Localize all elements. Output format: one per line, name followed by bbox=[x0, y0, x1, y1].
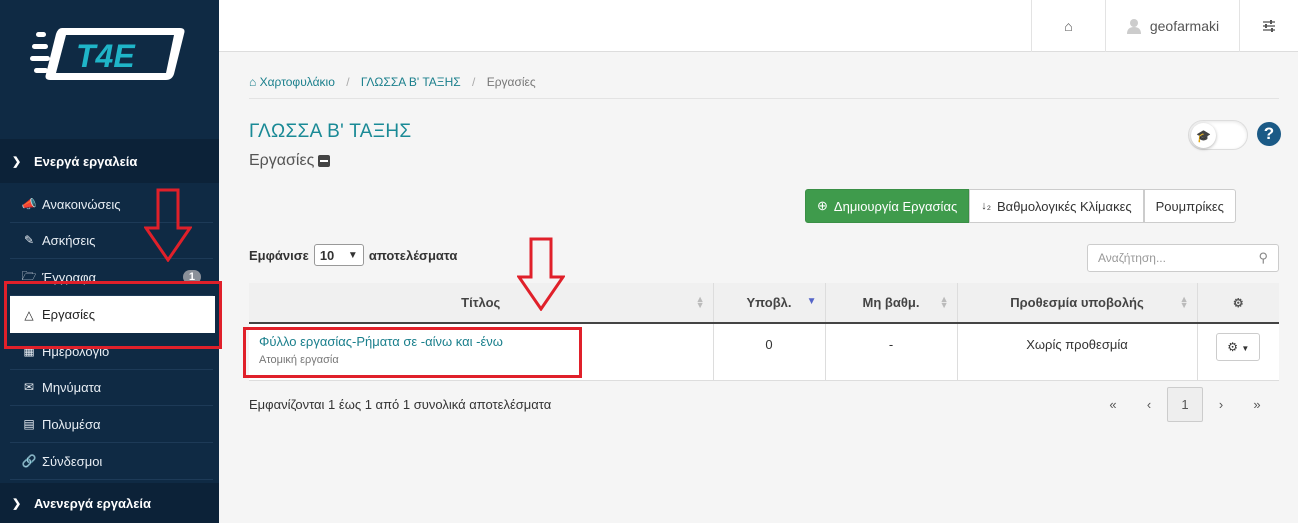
page-length-control: Εμφάνισε 10 ▼ αποτελέσματα bbox=[249, 244, 457, 266]
course-title[interactable]: ΓΛΩΣΣΑ Β' ΤΑΞΗΣ bbox=[249, 121, 411, 143]
sidebar-item-label: Πολυμέσα bbox=[42, 416, 101, 432]
caret-down-icon: ▼ bbox=[1241, 344, 1250, 353]
sort-icon: ▲ ▼ bbox=[1179, 294, 1189, 310]
column-submissions-label: Υποβλ. bbox=[746, 295, 792, 310]
show-suffix: αποτελέσματα bbox=[368, 247, 458, 263]
prev-page-button[interactable]: ‹ bbox=[1131, 387, 1167, 422]
column-header-title[interactable]: Τίτλος ▲ ▼ bbox=[249, 283, 714, 324]
sidebar-item-label: Ανακοινώσεις bbox=[42, 196, 121, 212]
submissions-cell: 0 bbox=[713, 323, 826, 381]
actions-cell: ⚙ ▼ bbox=[1197, 323, 1279, 381]
home-button[interactable]: ⌂ bbox=[1031, 0, 1105, 52]
ungraded-cell: - bbox=[825, 323, 958, 381]
link-icon: 🔗 bbox=[21, 454, 37, 468]
graduation-cap-icon: 🎓 bbox=[1191, 123, 1216, 148]
student-view-toggle[interactable]: 🎓 bbox=[1188, 120, 1248, 150]
page-1-button[interactable]: 1 bbox=[1167, 387, 1203, 422]
page-subtitle-label: Εργασίες bbox=[249, 152, 315, 169]
home-icon: ⌂ bbox=[249, 75, 260, 89]
rubrics-button[interactable]: Ρουμπρίκες bbox=[1143, 189, 1236, 223]
page-size-value: 10 bbox=[319, 247, 335, 263]
sidebar-item-multimedia[interactable]: ▤ Πολυμέσα bbox=[10, 406, 213, 443]
chevron-down-icon: ▼ bbox=[347, 249, 358, 261]
sort-numeric-icon: ↓₂ bbox=[981, 200, 992, 212]
film-icon: ▤ bbox=[23, 417, 35, 431]
table-info: Εμφανίζονται 1 έως 1 από 1 συνολικά αποτ… bbox=[249, 397, 552, 412]
pagination: « ‹ 1 › » bbox=[1095, 387, 1275, 422]
page-size-select[interactable]: 10 ▼ bbox=[313, 244, 364, 266]
sidebar-item-messages[interactable]: ✉ Μηνύματα bbox=[10, 369, 213, 406]
sidebar-item-label: Σύνδεσμοι bbox=[42, 453, 103, 469]
sliders-icon bbox=[1263, 20, 1275, 32]
breadcrumb-home-label: Χαρτοφυλάκιο bbox=[259, 75, 335, 89]
home-icon: ⌂ bbox=[1064, 18, 1073, 34]
create-assignment-label: Δημιουργία Εργασίας bbox=[833, 198, 958, 214]
sort-icon: ▲ ▼ bbox=[939, 294, 949, 310]
grading-scales-label: Βαθμολογικές Κλίμακες bbox=[997, 198, 1132, 214]
down-arrow-icon bbox=[144, 188, 192, 262]
action-buttons: ⊕ Δημιουργία Εργασίας ↓₂ Βαθμολογικές Κλ… bbox=[805, 189, 1236, 223]
user-menu[interactable]: geofarmaki bbox=[1105, 0, 1239, 52]
breadcrumb-separator: / bbox=[472, 75, 476, 89]
logo-text: T4E bbox=[76, 38, 136, 74]
search-placeholder: Αναζήτηση... bbox=[1098, 251, 1166, 265]
sort-icon: ▲ ▼ bbox=[695, 294, 705, 310]
breadcrumb: ⌂ Χαρτοφυλάκιο / ΓΛΩΣΣΑ Β' ΤΑΞΗΣ / Εργασ… bbox=[249, 75, 536, 89]
username: geofarmaki bbox=[1149, 18, 1220, 34]
divider bbox=[249, 98, 1279, 99]
row-actions-button[interactable]: ⚙ ▼ bbox=[1216, 333, 1261, 361]
sidebar-item-label: Ασκήσεις bbox=[42, 232, 96, 248]
first-page-button[interactable]: « bbox=[1095, 387, 1131, 422]
chevron-down-icon: ❯ bbox=[12, 155, 22, 168]
next-page-button[interactable]: › bbox=[1203, 387, 1239, 422]
breadcrumb-current: Εργασίες bbox=[486, 75, 536, 89]
sort-desc-icon: ▼ bbox=[806, 296, 817, 307]
show-prefix: Εμφάνισε bbox=[249, 247, 309, 263]
user-icon bbox=[1126, 19, 1141, 34]
column-deadline-label: Προθεσμία υποβολής bbox=[1010, 295, 1144, 310]
rubrics-label: Ρουμπρίκες bbox=[1155, 198, 1224, 214]
column-title-label: Τίτλος bbox=[461, 295, 501, 310]
create-assignment-button[interactable]: ⊕ Δημιουργία Εργασίας bbox=[805, 189, 970, 223]
envelope-icon: ✉ bbox=[23, 380, 35, 394]
gears-icon: ⚙ bbox=[1232, 296, 1244, 310]
chevron-right-icon: ❯ bbox=[12, 497, 22, 510]
page-subtitle: Εργασίες bbox=[249, 152, 331, 170]
search-input[interactable]: Αναζήτηση... ⚲ bbox=[1087, 244, 1279, 272]
inactive-tools-label: Ανενεργά εργαλεία bbox=[34, 495, 152, 511]
settings-button[interactable] bbox=[1239, 0, 1298, 52]
active-tools-label: Ενεργά εργαλεία bbox=[34, 153, 138, 169]
column-header-actions: ⚙ bbox=[1197, 283, 1279, 324]
breadcrumb-course[interactable]: ΓΛΩΣΣΑ Β' ΤΑΞΗΣ bbox=[361, 75, 461, 89]
search-icon: ⚲ bbox=[1258, 250, 1268, 265]
plus-circle-icon: ⊕ bbox=[817, 198, 828, 213]
column-header-submissions[interactable]: Υποβλ. ▼ bbox=[713, 283, 826, 324]
t4e-logo: T4E bbox=[30, 28, 185, 80]
sidebar-item-label: Μηνύματα bbox=[42, 379, 102, 395]
grading-scales-button[interactable]: ↓₂ Βαθμολογικές Κλίμακες bbox=[969, 189, 1144, 223]
column-ungraded-label: Μη βαθμ. bbox=[862, 295, 920, 310]
collapse-icon[interactable] bbox=[318, 155, 331, 167]
inactive-tools-header[interactable]: ❯ Ανενεργά εργαλεία bbox=[0, 483, 219, 523]
annotation-box-sidebar bbox=[4, 281, 222, 349]
help-icon[interactable]: ? bbox=[1257, 122, 1281, 146]
deadline-cell: Χωρίς προθεσμία bbox=[957, 323, 1198, 381]
edit-icon: ✎ bbox=[23, 233, 35, 247]
last-page-button[interactable]: » bbox=[1239, 387, 1275, 422]
column-header-ungraded[interactable]: Μη βαθμ. ▲ ▼ bbox=[825, 283, 958, 324]
top-bar: ⌂ geofarmaki bbox=[219, 0, 1298, 52]
column-header-deadline[interactable]: Προθεσμία υποβολής ▲ ▼ bbox=[957, 283, 1198, 324]
breadcrumb-separator: / bbox=[346, 75, 350, 89]
breadcrumb-home[interactable]: ⌂ Χαρτοφυλάκιο bbox=[249, 75, 335, 89]
gear-icon: ⚙ bbox=[1227, 340, 1238, 354]
sidebar-item-links[interactable]: 🔗 Σύνδεσμοι bbox=[10, 443, 213, 480]
megaphone-icon: 📣 bbox=[21, 197, 37, 211]
active-tools-header[interactable]: ❯ Ενεργά εργαλεία bbox=[0, 139, 219, 183]
down-arrow-icon bbox=[517, 237, 565, 311]
annotation-box-assignment bbox=[243, 327, 582, 378]
